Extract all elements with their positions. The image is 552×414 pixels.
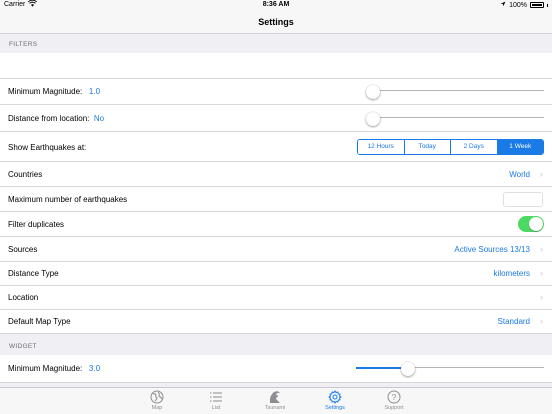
countries-label: Countries [8,170,43,179]
filter-duplicates-label: Filter duplicates [8,220,65,229]
navigation-bar: Settings [0,11,552,34]
status-time: 8:36 AM [262,1,290,8]
tab-settings-label: Settings [325,405,345,411]
filters-section-header: FILTERS [9,41,38,48]
min-magnitude-value: 1.0 [88,87,101,96]
time-range-segmented-control[interactable]: 12 Hours Today 2 Days 1 Week [357,139,544,155]
slider-thumb[interactable] [401,362,416,376]
widget-min-magnitude-row: Minimum Magnitude: 3.0 [0,355,552,383]
segment-2-days[interactable]: 2 Days [451,140,498,154]
list-icon [210,392,222,402]
filters-spacer-row [0,53,552,79]
show-earthquakes-label: Show Earthquakes at: [8,143,87,152]
tab-list-label: List [211,405,221,411]
location-arrow-icon [500,1,506,9]
max-earthquakes-row: Maximum number of earthquakes [0,187,552,212]
help-icon: ? [387,390,401,404]
tab-bar: Map List Tsunami Settings ? Support [0,387,552,414]
min-magnitude-slider[interactable] [366,85,544,99]
countries-row[interactable]: Countries World › [0,162,552,187]
sources-row[interactable]: Sources Active Sources 13/13 › [0,237,552,262]
tab-support[interactable]: ? Support [372,389,416,411]
battery-percent: 100% [509,1,527,9]
toggle-knob [529,217,543,231]
chevron-right-icon: › [540,268,543,278]
page-title: Settings [258,17,294,27]
widget-section-header: WIDGET [9,343,37,350]
segment-today[interactable]: Today [404,140,451,154]
tab-support-label: Support [384,405,404,411]
map-type-value: Standard [497,317,530,326]
min-magnitude-row: Minimum Magnitude: 1.0 [0,79,552,105]
tab-map[interactable]: Map [135,389,179,411]
battery-icon [530,2,544,8]
max-earthquakes-input[interactable] [503,192,543,207]
slider-thumb[interactable] [366,112,380,126]
widget-min-magnitude-slider[interactable] [356,362,544,376]
distance-location-label: Distance from location: [8,114,90,123]
segment-12-hours[interactable]: 12 Hours [358,140,405,154]
sources-value: Active Sources 13/13 [454,245,530,254]
distance-location-row: Distance from location: No [0,105,552,132]
segment-1-week[interactable]: 1 Week [497,140,543,154]
distance-location-value: No [93,114,105,123]
widget-min-magnitude-label: Minimum Magnitude: [8,364,83,373]
distance-type-label: Distance Type [8,269,59,278]
svg-text:?: ? [392,393,397,402]
countries-value: World [509,170,530,179]
tab-tsunami-label: Tsunami [264,405,286,411]
map-type-label: Default Map Type [8,317,71,326]
show-earthquakes-row: Show Earthquakes at: 12 Hours Today 2 Da… [0,132,552,162]
slider-thumb[interactable] [366,85,380,99]
chevron-right-icon: › [540,244,543,254]
status-bar: Carrier 8:36 AM 100% [0,0,552,11]
min-magnitude-label: Minimum Magnitude: [8,87,83,96]
chevron-right-icon: › [540,292,543,302]
chevron-right-icon: › [540,316,543,326]
widget-min-magnitude-value: 3.0 [88,364,101,373]
location-label: Location [8,293,39,302]
tab-tsunami[interactable]: Tsunami [253,389,297,411]
filter-duplicates-toggle[interactable] [518,216,544,232]
tab-map-label: Map [151,405,163,411]
sources-label: Sources [8,245,38,254]
max-earthquakes-label: Maximum number of earthquakes [8,195,128,204]
map-type-row[interactable]: Default Map Type Standard › [0,310,552,334]
tab-settings[interactable]: Settings [313,389,357,411]
gear-icon [328,390,342,404]
tab-list[interactable]: List [194,389,238,411]
wave-icon [269,391,280,403]
chevron-right-icon: › [540,169,543,179]
distance-type-value: kilometers [493,269,530,278]
filter-duplicates-row: Filter duplicates [0,212,552,237]
slider-fill [356,367,402,369]
distance-slider[interactable] [366,112,544,126]
globe-icon [150,390,164,404]
distance-type-row[interactable]: Distance Type kilometers › [0,262,552,286]
location-row[interactable]: Location › [0,286,552,310]
